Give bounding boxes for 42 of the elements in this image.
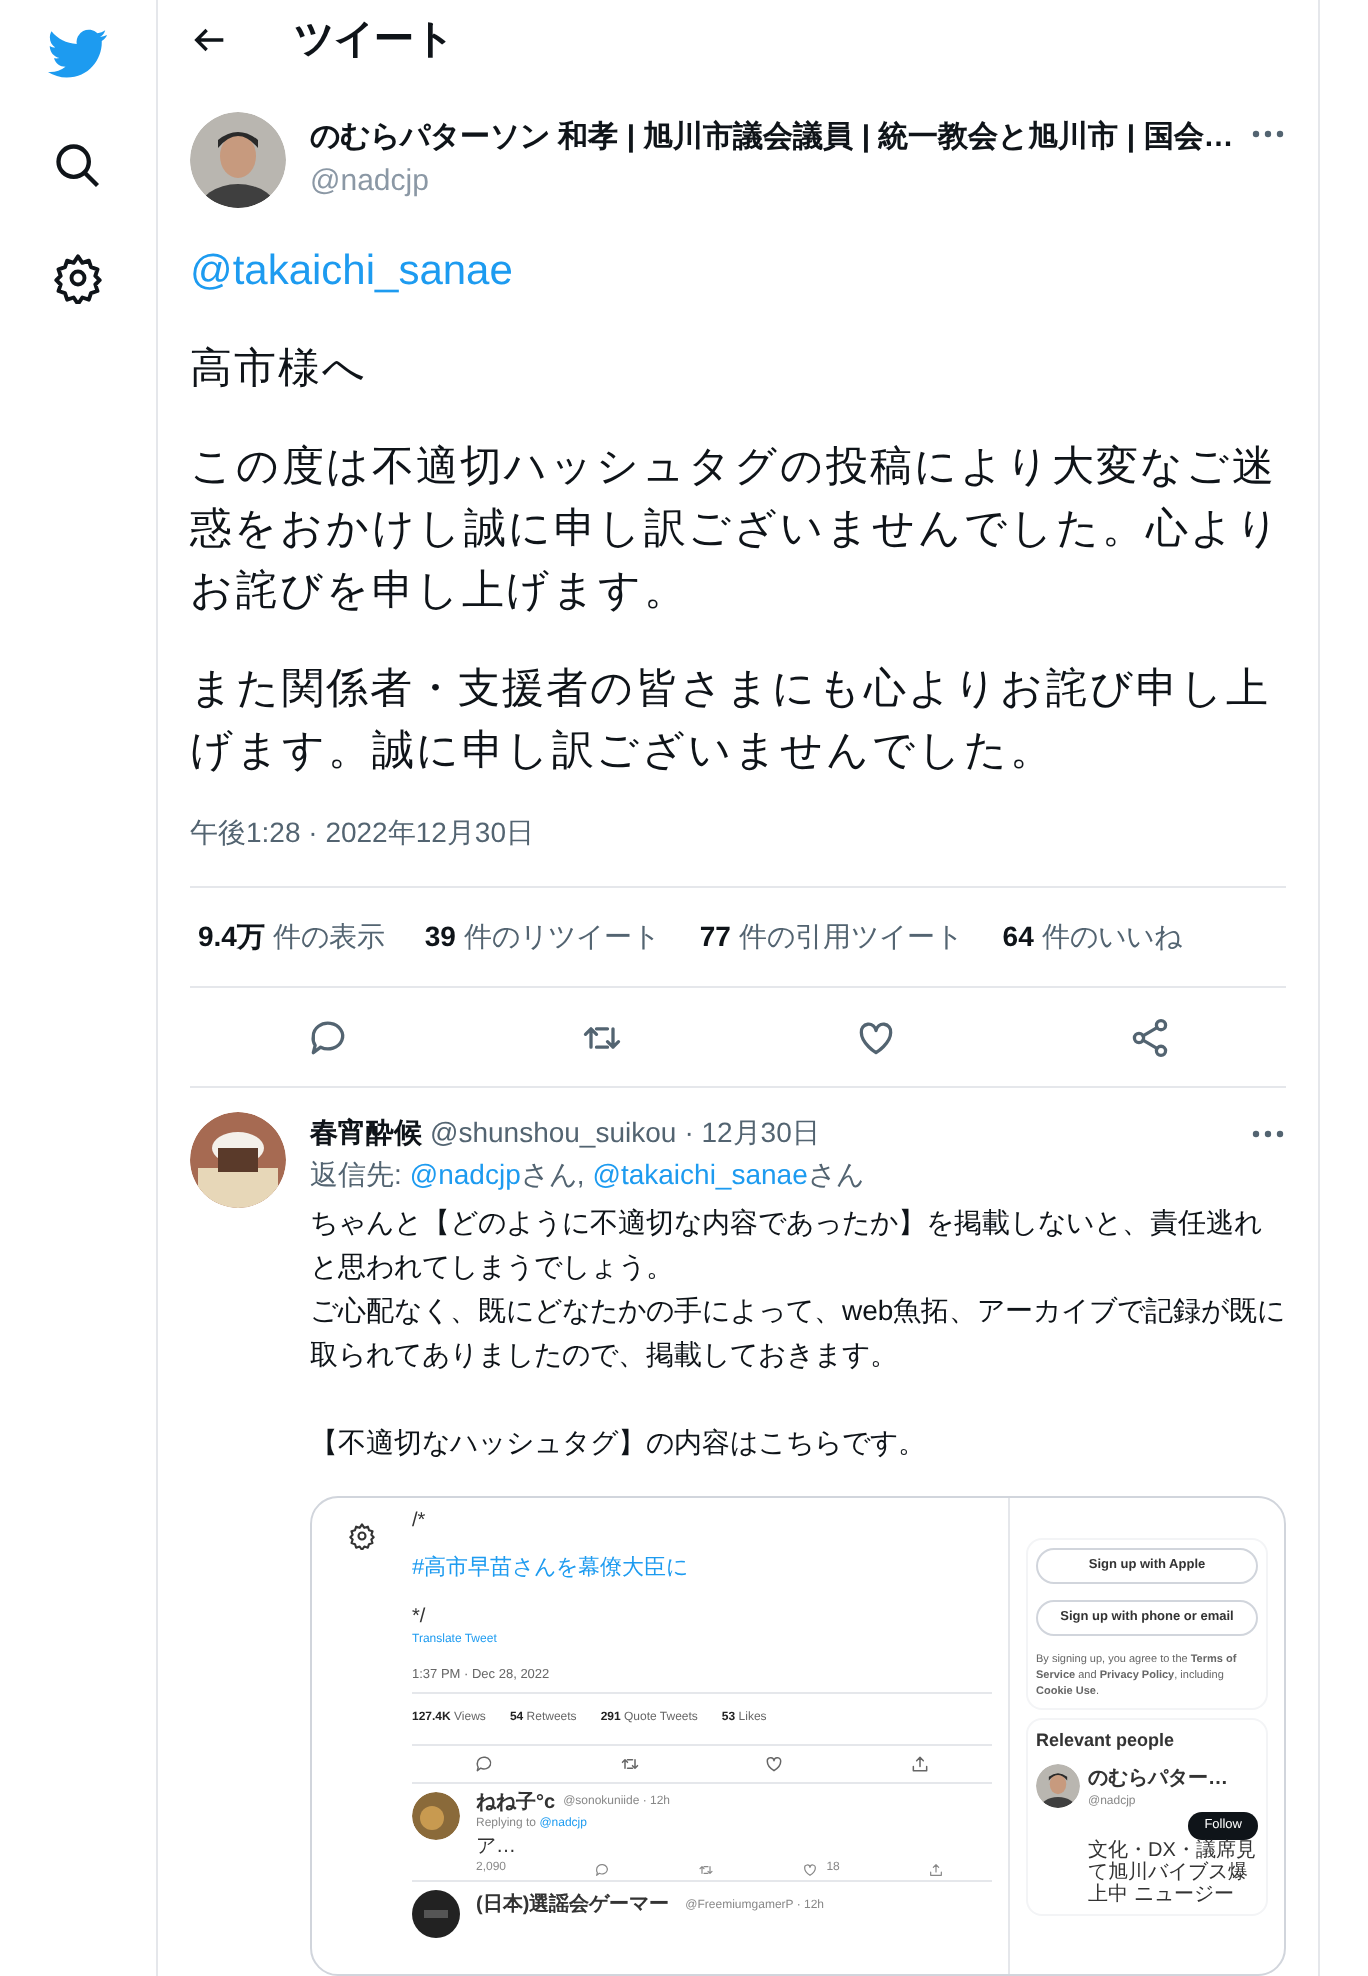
person-bio: 文化・DX・議席見て旭川バイブス爆上中 ニュージー (1088, 1839, 1258, 1905)
tweet-text: この度は不適切ハッシュタグの投稿により大変なご迷惑をおかけし誠に申し訳ございませんでした。心よりお詫びを申し上げます。 (190, 442, 1284, 618)
retweet-icon (619, 1754, 640, 1775)
person-name: のむらパター… (1088, 1765, 1228, 1793)
reply-author-name[interactable]: 春宵酔候 (310, 1112, 422, 1154)
stat-link[interactable]: 9.4万 件の表示 (198, 916, 385, 958)
stat-link[interactable]: 64 件のいいね (1002, 916, 1182, 958)
stat-link[interactable]: 39 件のリツイート (424, 916, 660, 958)
reply-text: ちゃんと【どのように不適切な内容であったか】を掲載しないと、責任逃れと思われてしまうでしょう。 (310, 1204, 1264, 1286)
more-icon[interactable] (1250, 1127, 1286, 1139)
reply-icon (474, 1754, 495, 1775)
tweet-text: また関係者・支援者の皆さまにも心よりお詫び申し上げます。誠に申し訳ございませんでした。 (190, 664, 1272, 778)
reply-author-handle[interactable]: @shunshou_suikou (430, 1112, 677, 1154)
share-icon[interactable] (1127, 1015, 1171, 1059)
search-icon[interactable] (52, 140, 104, 192)
tweet-timestamp[interactable]: 午後1:28 · 2022年12月30日 (190, 816, 534, 848)
stat-link[interactable]: 77 件の引用ツイート (699, 916, 963, 958)
reply-date[interactable]: · 12月30日 (684, 1112, 820, 1154)
reply-text: 【不適切なハッシュタグ】の内容はこちらです。 (310, 1424, 928, 1462)
page-title: ツイート (294, 16, 454, 66)
mention-suffix: さん, (520, 1156, 585, 1194)
share-icon (909, 1754, 930, 1775)
settings-icon (348, 1522, 376, 1550)
reply-icon (594, 1861, 611, 1878)
tweet-text: 高市様へ (190, 344, 370, 396)
settings-icon[interactable] (52, 252, 104, 304)
heart-icon (802, 1861, 819, 1878)
retweet-icon (698, 1861, 715, 1878)
reply-text: ご心配なく、既にどなたかの手によって、web魚拓、アーカイブで記録が既に取られてありましたので、掲載しておきます。 (310, 1292, 1286, 1374)
replying-to-label: 返信先: (310, 1156, 402, 1194)
reply-author-name: (日本)選謡会ゲーマー (476, 1891, 670, 1921)
heart-icon (764, 1754, 785, 1775)
code-comment: /* (412, 1508, 428, 1536)
section-title: Relevant people (1036, 1728, 1177, 1754)
mention-suffix: さん (807, 1156, 864, 1194)
reply-text: ア… (476, 1836, 518, 1859)
reply-author-name: ねね子°c (476, 1792, 556, 1815)
code-comment: */ (412, 1603, 428, 1631)
share-icon (927, 1861, 944, 1878)
more-icon[interactable] (1250, 128, 1286, 140)
bird-logo-icon[interactable] (48, 28, 108, 80)
author-name[interactable]: のむらパターソン 和孝 | 旭川市議会議員 | 統一教会と旭川市 | 国会… (310, 115, 1226, 160)
